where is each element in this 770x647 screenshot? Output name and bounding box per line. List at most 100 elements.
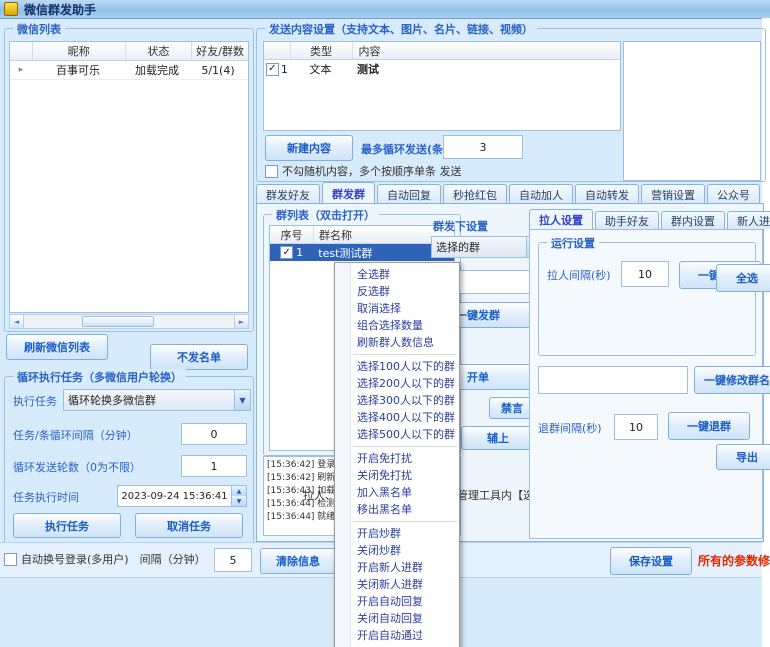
- save-warning-text: 所有的参数修改需要保存: [698, 552, 770, 569]
- wechat-list-hscrollbar[interactable]: ◄ ►: [9, 314, 249, 329]
- task-panel: 循环执行任务（多微信用户轮换） 执行任务 循环轮换多微信群 ▼ 任务/条循环间隔…: [4, 376, 254, 544]
- chevron-down-icon[interactable]: ▼: [234, 390, 250, 410]
- menu-item[interactable]: 刷新群人数信息: [335, 334, 459, 351]
- time-spinner[interactable]: ▲▼: [231, 486, 246, 506]
- content-row-checkbox[interactable]: ✓: [266, 63, 279, 76]
- content-row[interactable]: ✓ 1 文本 测试: [264, 60, 620, 78]
- no-send-list-button[interactable]: 不发名单: [150, 344, 248, 370]
- auto-login-checkbox[interactable]: [4, 553, 17, 566]
- save-settings-button[interactable]: 保存设置: [610, 547, 692, 575]
- menu-item[interactable]: 选择200人以下的群: [335, 375, 459, 392]
- task-rounds-input[interactable]: 1: [181, 455, 247, 477]
- menu-item[interactable]: 关闭自动回复: [335, 610, 459, 627]
- tab-newcomer[interactable]: 新人进群: [727, 211, 770, 229]
- menu-separator: [353, 446, 457, 447]
- menu-item[interactable]: 加入黑名单: [335, 484, 459, 501]
- menu-item[interactable]: 开启自动回复: [335, 593, 459, 610]
- titlebar[interactable]: 微信群发助手: [0, 0, 770, 19]
- send-target-dropdown[interactable]: 选择的群 ▼: [431, 236, 543, 258]
- menu-item[interactable]: 开启自动通过: [335, 627, 459, 644]
- menu-item[interactable]: 关闭新人进群: [335, 576, 459, 593]
- menu-separator: [353, 521, 457, 522]
- auto-login-option[interactable]: 自动换号登录(多用户) 间隔（分钟）: [4, 551, 206, 567]
- export-button[interactable]: 导出: [716, 444, 770, 470]
- menu-item[interactable]: 开启免打扰: [335, 450, 459, 467]
- wechat-list-table[interactable]: 昵称 状态 好友/群数 ▸ 百事可乐 加载完成 5/1(4): [9, 41, 249, 313]
- menu-item[interactable]: 全选群: [335, 266, 459, 283]
- tab-send-groups[interactable]: 群发群: [322, 182, 375, 204]
- tab-auto-add[interactable]: 自动加人: [509, 184, 573, 204]
- group-list-title: 群列表（双击打开）: [272, 207, 379, 223]
- menu-item[interactable]: 反选群: [335, 283, 459, 300]
- group-row-index: 1: [296, 246, 303, 259]
- group-context-menu: 全选群 反选群 取消选择 组合选择数量 刷新群人数信息 选择100人以下的群 选…: [334, 262, 460, 647]
- cancel-task-button[interactable]: 取消任务: [135, 513, 243, 538]
- content-table[interactable]: 类型 内容 ✓ 1 文本 测试: [263, 41, 621, 131]
- send-target-value: 选择的群: [436, 239, 526, 255]
- random-content-checkbox[interactable]: [265, 165, 278, 178]
- start-task-button[interactable]: 执行任务: [13, 513, 121, 538]
- tab-auto-forward[interactable]: 自动转发: [575, 184, 639, 204]
- rename-group-button[interactable]: 一键修改群名: [694, 366, 770, 394]
- menu-item[interactable]: 选择400人以下的群: [335, 409, 459, 426]
- task-rounds-label: 循环发送轮数（0为不限）: [13, 459, 141, 475]
- task-interval-input[interactable]: 0: [181, 423, 247, 445]
- menu-item[interactable]: 移出黑名单: [335, 501, 459, 518]
- refresh-wechat-list-button[interactable]: 刷新微信列表: [6, 334, 108, 360]
- wechat-row-nick: 百事可乐: [32, 62, 124, 78]
- tab-official-account[interactable]: 公众号: [707, 184, 760, 204]
- rename-input[interactable]: [538, 366, 688, 394]
- wechat-col-status: 状态: [126, 42, 193, 60]
- spinner-down-icon[interactable]: ▼: [232, 496, 246, 506]
- tab-marketing-settings[interactable]: 营销设置: [641, 184, 705, 204]
- tab-auto-reply[interactable]: 自动回复: [377, 184, 441, 204]
- tab-send-friends[interactable]: 群发好友: [256, 184, 320, 204]
- quit-group-button[interactable]: 一键退群: [668, 412, 750, 440]
- menu-item[interactable]: 关闭免打扰: [335, 467, 459, 484]
- wechat-row-counts: 5/1(4): [190, 64, 246, 77]
- scroll-right-icon[interactable]: ►: [234, 315, 248, 328]
- pull-interval-input[interactable]: 10: [621, 261, 669, 287]
- loop-send-label: 最多循环发送(条): [361, 141, 448, 157]
- auto-login-interval-input[interactable]: 5: [214, 548, 252, 572]
- clear-log-button[interactable]: 清除信息: [260, 548, 336, 574]
- content-row-content: 测试: [351, 61, 620, 77]
- tab-group-settings[interactable]: 群内设置: [661, 211, 725, 229]
- tab-pull-settings[interactable]: 拉人设置: [529, 209, 593, 229]
- quit-interval-input[interactable]: 10: [614, 414, 658, 440]
- assist-top-button[interactable]: 辅上: [461, 426, 535, 450]
- new-content-button[interactable]: 新建内容: [265, 135, 353, 161]
- random-content-option[interactable]: 不勾随机内容，多个按顺序单条 发送: [265, 163, 462, 179]
- scroll-left-icon[interactable]: ◄: [10, 315, 24, 328]
- menu-item[interactable]: 组合选择数量: [335, 317, 459, 334]
- content-col-content: 内容: [353, 42, 620, 59]
- tab-grab-redpacket[interactable]: 秒抢红包: [443, 184, 507, 204]
- menu-item[interactable]: 取消选择: [335, 300, 459, 317]
- window-title: 微信群发助手: [24, 1, 96, 18]
- menu-item[interactable]: 关闭炒群: [335, 542, 459, 559]
- menu-separator: [353, 354, 457, 355]
- loop-send-input[interactable]: 3: [443, 135, 523, 159]
- group-row[interactable]: ✓ 1 test测试群: [270, 244, 454, 261]
- menu-item[interactable]: 选择500人以下的群: [335, 426, 459, 443]
- wechat-row-marker: ▸: [10, 65, 32, 75]
- select-all-button[interactable]: 全选: [716, 264, 770, 292]
- spinner-up-icon[interactable]: ▲: [232, 486, 246, 496]
- exec-task-dropdown[interactable]: 循环轮换多微信群 ▼: [63, 389, 251, 411]
- task-time-value: 2023-09-24 15:36:41: [118, 491, 231, 502]
- group-col-index: 序号: [270, 226, 314, 243]
- tab-assist-friends[interactable]: 助手好友: [595, 211, 659, 229]
- wechat-row[interactable]: ▸ 百事可乐 加载完成 5/1(4): [10, 61, 248, 80]
- right-tab-strip: 拉人设置 助手好友 群内设置 新人进群 踢人: [529, 210, 770, 229]
- wechat-row-status: 加载完成: [124, 62, 190, 78]
- menu-item[interactable]: 选择300人以下的群: [335, 392, 459, 409]
- scroll-thumb[interactable]: [82, 316, 154, 327]
- menu-item[interactable]: 选择100人以下的群: [335, 358, 459, 375]
- menu-item[interactable]: 开启炒群: [335, 525, 459, 542]
- wechat-col-nick: 昵称: [33, 42, 126, 60]
- task-time-picker[interactable]: 2023-09-24 15:36:41 ▲▼: [117, 485, 247, 507]
- group-row-checkbox[interactable]: ✓: [280, 246, 293, 259]
- main-tab-strip: 群发好友 群发群 自动回复 秒抢红包 自动加人 自动转发 营销设置 公众号: [256, 183, 762, 204]
- menu-item[interactable]: 开启新人进群: [335, 559, 459, 576]
- content-panel-title: 发送内容设置（支持文本、图片、名片、链接、视频）: [265, 21, 537, 37]
